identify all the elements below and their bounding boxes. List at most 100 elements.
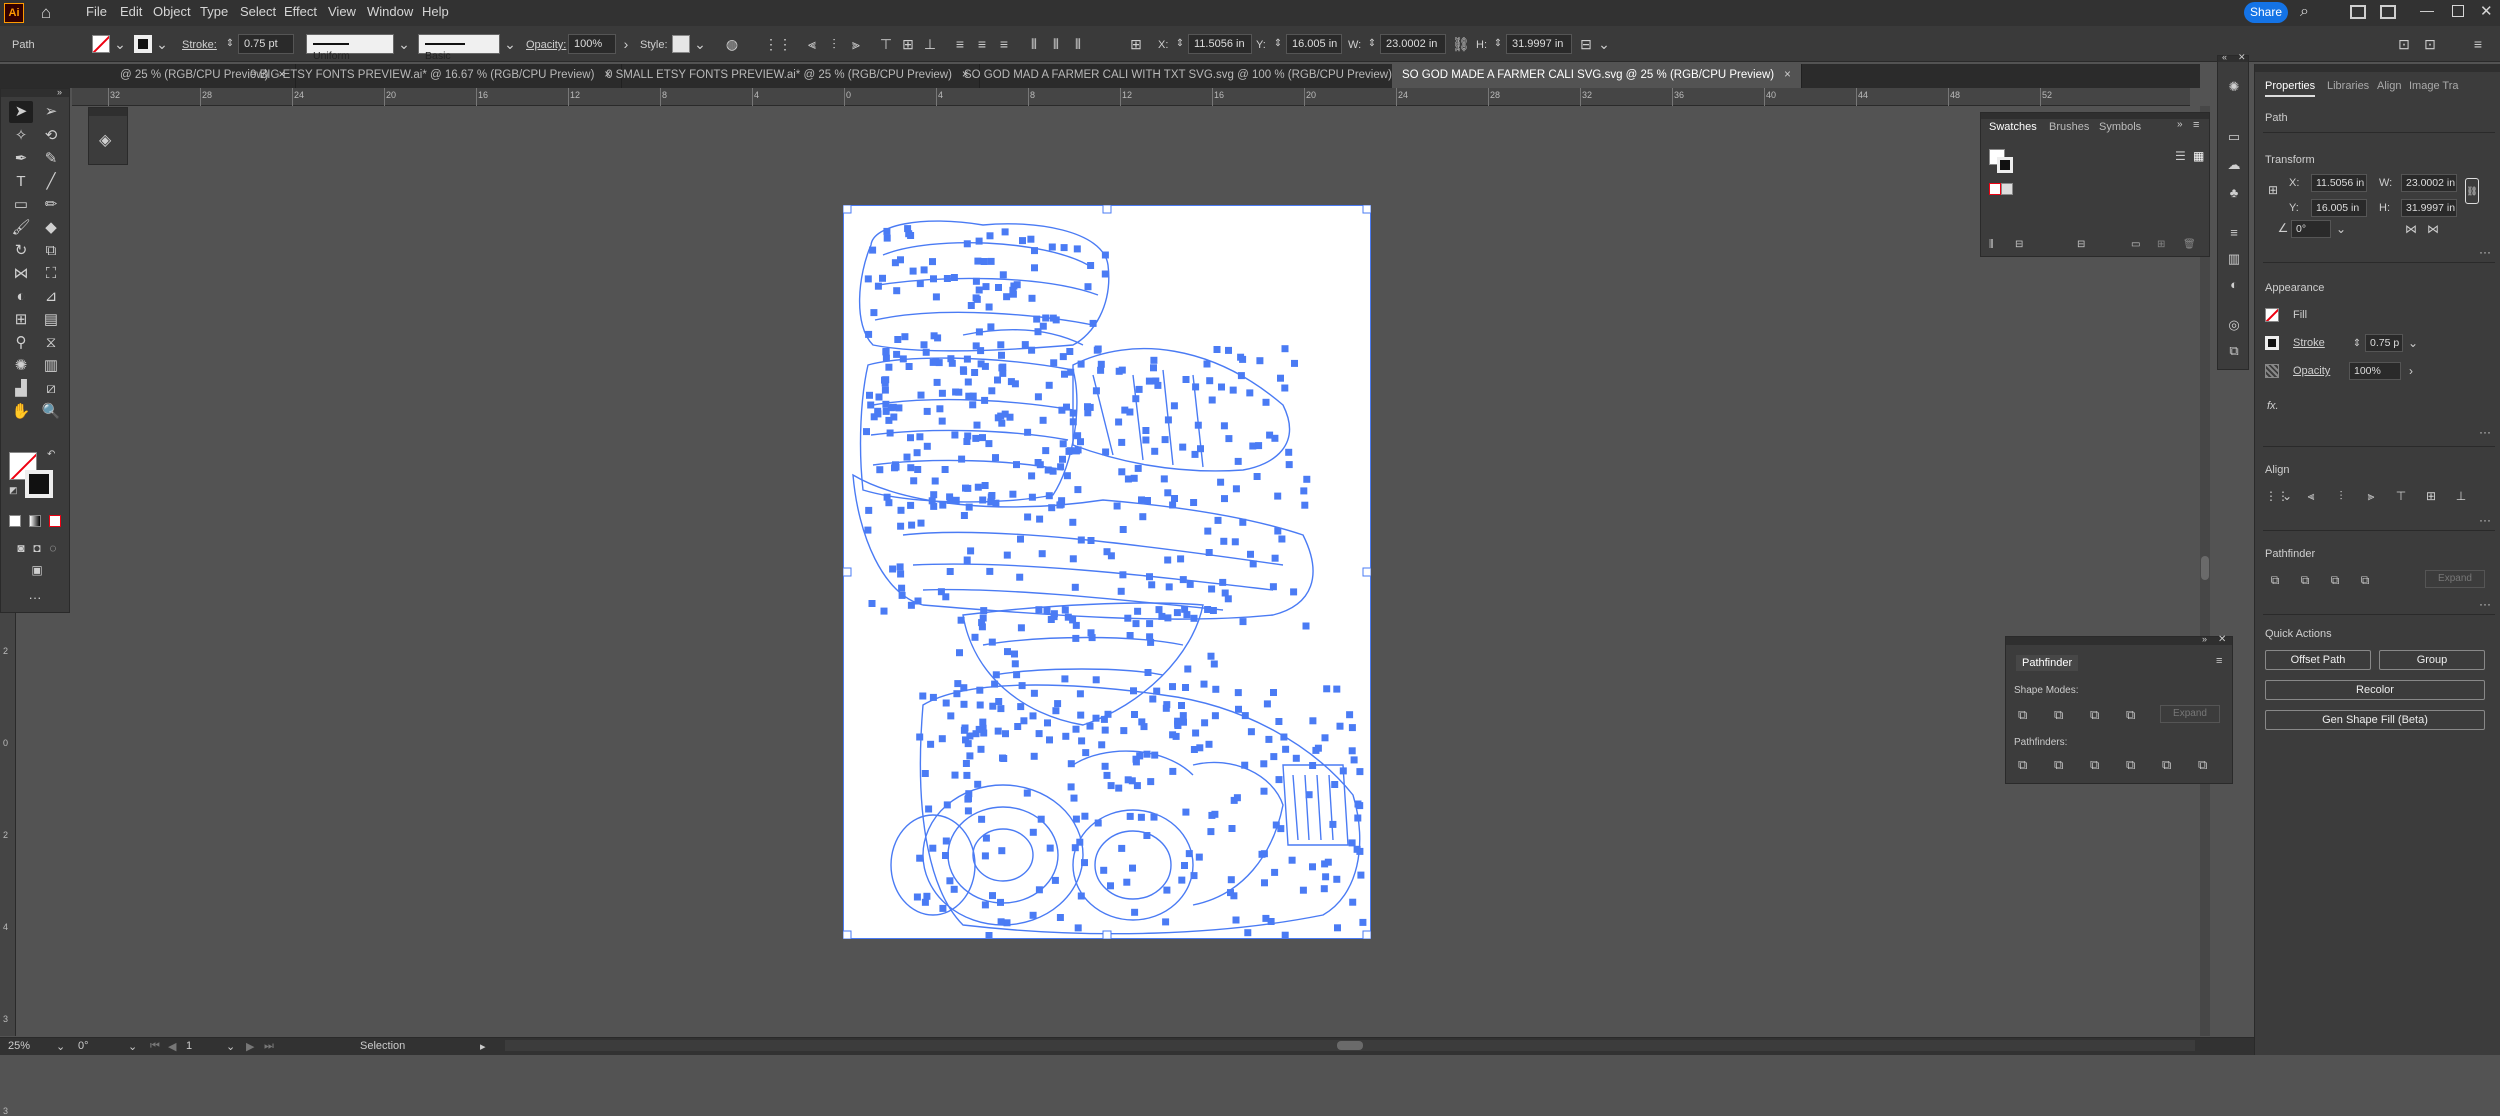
style-dropdown-icon[interactable]: ⌄ [692,36,708,52]
merge-icon[interactable]: ⧉ [2090,757,2099,773]
fx-label[interactable]: fx. [2267,400,2279,412]
x-field[interactable]: 11.5056 in [1188,34,1252,54]
vertical-scroll-thumb[interactable] [2201,556,2209,580]
status-menu-arrow-icon[interactable]: ▸ [480,1040,486,1053]
column-graph-tool-icon[interactable]: ▥ [39,355,63,377]
share-button[interactable]: Share [2244,2,2288,23]
constrain-proportions-icon[interactable]: ⛓ [1452,36,1470,52]
graphic-styles-icon[interactable]: ♣ [2225,184,2243,202]
scale-tool-icon[interactable]: ⧉ [39,240,63,262]
divide-icon[interactable]: ⧉ [2018,757,2027,773]
transform-dropdown-icon[interactable]: ⌄ [1596,36,1612,52]
tab-properties[interactable]: Properties [2265,80,2316,97]
props-h-field[interactable]: 31.9997 in [2401,199,2457,217]
rotate-angle-field[interactable]: 0° [2291,220,2331,238]
zoom-dropdown-icon[interactable]: ⌄ [56,1040,65,1053]
unite-icon[interactable]: ⧉ [2267,572,2283,588]
menu-effect[interactable]: Effect [284,4,317,19]
y-field[interactable]: 16.005 in [1286,34,1342,54]
opacity-label[interactable]: Opacity: [526,39,566,51]
generative-fill-icon[interactable]: ✺ [2225,78,2243,96]
gradient-mode-icon[interactable] [29,515,41,527]
props-y-field[interactable]: 16.005 in [2311,199,2367,217]
pathfinder-panel-grip[interactable] [2006,637,2232,645]
type-tool-icon[interactable]: T [9,171,33,193]
stroke-profile-dropdown-icon[interactable]: ⌄ [396,36,412,52]
props-w-field[interactable]: 23.0002 in [2401,174,2457,192]
stroke-profile-select[interactable]: Uniform [306,34,394,62]
pathfinder-collapse-icon[interactable]: » [2202,634,2207,644]
rotation-value[interactable]: 0° [78,1040,89,1052]
arrange-panel-icon[interactable]: ⊡ [2396,36,2412,52]
pathfinder-close-icon[interactable]: ✕ [2218,634,2226,645]
layers-mini-grip[interactable] [89,108,127,116]
line-tool-icon[interactable]: ╱ [39,171,63,193]
stroke-weight-field[interactable]: 0.75 p [2365,334,2403,352]
gradient-tool-icon[interactable]: ▤ [39,309,63,331]
align-vcenter-icon[interactable]: ⊞ [900,36,916,52]
color-mode-icon[interactable] [9,515,21,527]
flip-horizontal-icon[interactable]: ⋈ [2403,221,2419,237]
selected-artwork[interactable] [843,205,1371,939]
previous-artboard-icon[interactable]: ◀ [168,1040,176,1053]
maximize-icon[interactable] [2452,5,2464,17]
h-field[interactable]: 31.9997 in [1506,34,1572,54]
workspace-switcher-icon[interactable] [2380,5,2396,19]
intersect-icon[interactable]: ⧉ [2327,572,2343,588]
tab-libraries[interactable]: Libraries [2327,80,2369,92]
distribute-hcenter-icon[interactable]: ⦀ [1048,36,1064,52]
appearance-panel-icon[interactable]: ◎ [2225,316,2243,334]
align-left-icon[interactable]: ⫷ [804,36,820,52]
stroke-stepper-icon[interactable]: ⇕ [222,36,238,52]
group-button[interactable]: Group [2379,650,2485,670]
stroke-swatch[interactable] [2265,336,2279,350]
lasso-tool-icon[interactable]: ⟲ [39,125,63,147]
gradient-panel-icon[interactable]: ▥ [2225,250,2243,268]
swatch-kinds-icon[interactable]: ⊟ [2015,239,2023,250]
swatch-registration[interactable] [2001,183,2013,195]
align-top-icon[interactable]: ⊤ [2393,488,2409,504]
control-bar-menu-icon[interactable]: ≡ [2470,36,2486,52]
transparency-panel-icon[interactable]: ◐ [2225,276,2243,294]
arrange-documents-icon[interactable] [2350,5,2366,19]
recolor-artwork-icon[interactable]: ◍ [724,36,740,52]
pen-tool-icon[interactable]: ✒ [9,148,33,170]
control-bar-options-icon[interactable]: ⊡ [2422,36,2438,52]
curvature-tool-icon[interactable]: ✎ [39,148,63,170]
new-swatch-icon[interactable]: ⊞ [2157,239,2165,250]
free-transform-tool-icon[interactable]: ⛶ [39,263,63,285]
opacity-field[interactable]: 100% [568,34,616,54]
home-icon[interactable]: ⌂ [36,3,56,23]
y-stepper-icon[interactable]: ⇕ [1270,36,1286,52]
properties-grip[interactable] [2255,64,2500,72]
minus-front-icon[interactable]: ⧉ [2297,572,2313,588]
align-vcenter-icon[interactable]: ⊞ [2423,488,2439,504]
menu-select[interactable]: Select [240,4,276,19]
tab-symbols[interactable]: Symbols [2099,121,2141,133]
w-field[interactable]: 23.0002 in [1380,34,1446,54]
shape-builder-tool-icon[interactable]: ◐ [9,286,33,308]
menu-view[interactable]: View [328,4,356,19]
distribute-left-icon[interactable]: ⦀ [1026,36,1042,52]
h-stepper-icon[interactable]: ⇕ [1490,36,1506,52]
menu-type[interactable]: Type [200,4,228,19]
menu-help[interactable]: Help [422,4,449,19]
blend-tool-icon[interactable]: ⧖ [39,332,63,354]
brush-select[interactable]: Basic [418,34,500,62]
first-artboard-icon[interactable]: ⏮ [150,1040,160,1053]
appearance-more-options-icon[interactable]: ··· [2477,424,2493,440]
align-top-icon[interactable]: ⊤ [878,36,894,52]
swatch-stroke-indicator[interactable] [1997,157,2013,173]
dock-collapse-icon[interactable]: « [2222,52,2227,62]
fill-swatch[interactable] [2265,308,2279,322]
panel-menu-icon[interactable]: ≡ [2193,119,2199,131]
close-window-icon[interactable]: ✕ [2480,2,2493,20]
none-mode-icon[interactable] [49,515,61,527]
tab-doc-3[interactable]: 0 SMALL ETSY FONTS PREVIEW.ai* @ 25 % (R… [596,64,980,88]
stroke-label[interactable]: Stroke [2293,337,2325,349]
trim-icon[interactable]: ⧉ [2054,757,2063,773]
menu-edit[interactable]: Edit [120,4,142,19]
gen-shape-fill-button[interactable]: Gen Shape Fill (Beta) [2265,710,2485,730]
close-tab-icon[interactable]: × [1784,69,1791,81]
swap-fill-stroke-icon[interactable]: ↶ [47,449,55,460]
